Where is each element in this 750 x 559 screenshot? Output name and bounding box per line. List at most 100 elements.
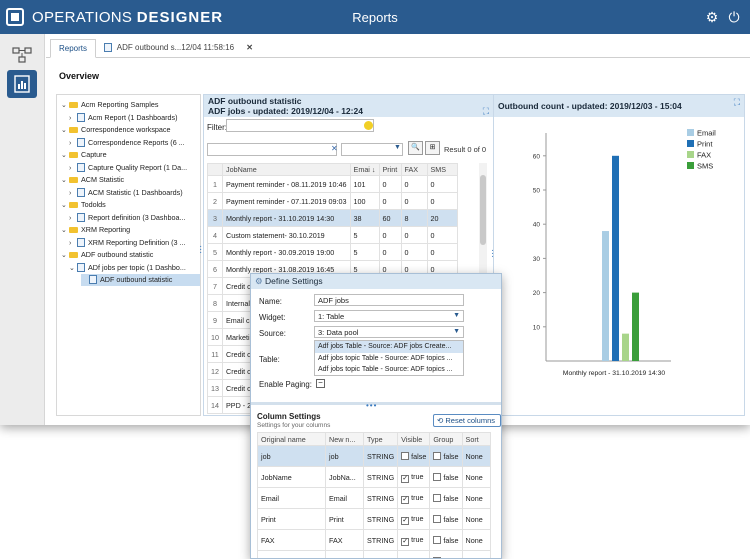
visible-checkbox[interactable]: ✓true (397, 466, 431, 488)
group-checkbox[interactable]: false (429, 508, 463, 530)
visible-checkbox[interactable]: ✓true (397, 487, 431, 509)
column-settings-cell[interactable]: Print (325, 508, 364, 530)
power-icon[interactable]: ⏻ (726, 9, 742, 25)
checkbox-icon[interactable] (433, 514, 442, 523)
paging-checkbox[interactable]: − (316, 379, 325, 388)
column-settings-row[interactable]: FAX FAX STRING ✓ true false None (257, 529, 491, 551)
chevron-icon[interactable]: ⌄ (61, 200, 69, 212)
tree-item[interactable]: ⌄ ADf jobs per topic (1 Dashbo... (69, 262, 200, 274)
table-row[interactable]: 5 Monthly report - 30.09.2019 19:00 5 0 0 0 (207, 243, 458, 261)
filter-apply-icon[interactable] (364, 121, 373, 130)
tree-item[interactable]: ⌄ XRM Reporting (61, 224, 200, 236)
search-input[interactable] (207, 143, 337, 156)
tree-item[interactable]: › Acm Report (1 Dashboards) (69, 112, 200, 124)
tab-reports[interactable]: Reports (50, 39, 97, 58)
group-checkbox[interactable]: false (429, 487, 463, 509)
table-listbox[interactable]: Adf jobs Table - Source: ADF jobs Create… (314, 340, 464, 376)
checkbox-icon[interactable]: ✓ (401, 495, 410, 504)
resize-handle[interactable]: ••• (366, 401, 377, 410)
workflow-nav-button[interactable] (7, 40, 37, 68)
widget-select[interactable]: 1: Table ▼ (314, 310, 464, 322)
column-header[interactable]: FAX (400, 163, 428, 176)
column-settings-row[interactable]: job job STRING false false None (257, 445, 491, 467)
column-settings-cell[interactable]: None (461, 529, 491, 551)
source-select[interactable]: 3: Data pool ▼ (314, 326, 464, 338)
table-row[interactable]: 3 Monthly report - 31.10.2019 14:30 38 60 8 2… (207, 209, 458, 227)
filter-input[interactable] (226, 119, 374, 132)
chevron-icon[interactable]: ⌄ (69, 263, 77, 275)
column-settings-row[interactable]: JobName JobNa... STRING ✓ true false None (257, 466, 491, 488)
reports-nav-button[interactable] (7, 70, 37, 98)
table-option[interactable]: Adf jobs Table - Source: ADF jobs Create… (315, 341, 463, 353)
reset-columns-button[interactable]: ⟲ Reset columns (433, 414, 501, 427)
table-row[interactable]: 2 Payment reminder - 07.11.2019 09:03 100 0… (207, 192, 458, 210)
column-settings-cell[interactable]: None (461, 508, 491, 530)
tree-item[interactable]: ⌄ Todolds (61, 199, 200, 211)
group-checkbox[interactable]: false (429, 445, 463, 467)
tree-item[interactable]: ⌄ Correspondence workspace (61, 124, 200, 136)
table-option[interactable]: Adf jobs topic Table - Source: ADF topic… (315, 353, 463, 365)
chevron-icon[interactable]: ⌄ (61, 125, 69, 137)
checkbox-icon[interactable]: ✓ (401, 537, 410, 546)
checkbox-icon[interactable] (401, 451, 410, 460)
chevron-icon[interactable]: ⌄ (61, 225, 69, 237)
tree-item[interactable]: ⌄ Capture (61, 149, 200, 161)
table-row[interactable]: 4 Custom statement- 30.10.2019 5 0 0 0 (207, 226, 458, 244)
column-settings-cell[interactable]: None (461, 466, 491, 488)
chevron-icon[interactable]: › (69, 163, 77, 175)
clear-icon[interactable]: ✕ (331, 144, 338, 153)
visible-checkbox[interactable]: ✓true (397, 508, 431, 530)
name-field[interactable]: ADF jobs (314, 294, 464, 306)
table-row[interactable]: 1 Payment reminder - 08.11.2019 10:46 101 0… (207, 175, 458, 193)
chevron-icon[interactable]: ⌄ (61, 100, 69, 112)
chevron-icon[interactable]: › (69, 138, 77, 150)
tree-item[interactable]: ⌄ ADF outbound statistic (61, 249, 200, 261)
expand-icon[interactable]: ⛶ (483, 106, 489, 117)
column-header[interactable]: Emai ↓ (349, 163, 380, 176)
checkbox-icon[interactable] (433, 451, 442, 460)
gear-icon[interactable]: ⚙ (704, 9, 720, 25)
column-settings-row[interactable]: SMSSMSSTRING✓truefalseNone (257, 550, 491, 558)
checkbox-icon[interactable] (433, 535, 442, 544)
tree-item[interactable]: ADF outbound statistic (81, 274, 200, 286)
chevron-icon[interactable]: ⌄ (61, 175, 69, 187)
tree-item[interactable]: › Report definition (3 Dashboa... (69, 212, 200, 224)
tree-item[interactable]: ⌄ Acm Reporting Samples (61, 99, 200, 111)
chevron-icon[interactable]: › (69, 113, 77, 125)
chevron-down-icon[interactable]: ▼ (394, 144, 401, 151)
tree-item[interactable]: › Capture Quality Report (1 Da... (69, 162, 200, 174)
column-header[interactable]: Print (378, 163, 402, 176)
visible-checkbox[interactable]: ✓true (397, 550, 431, 558)
column-header[interactable]: SMS (426, 163, 458, 176)
checkbox-icon[interactable] (433, 493, 442, 502)
group-checkbox[interactable]: false (429, 550, 463, 558)
chevron-icon[interactable]: ⌄ (61, 150, 69, 162)
checkbox-icon[interactable]: ✓ (401, 474, 410, 483)
tree-item[interactable]: ⌄ ACM Statistic (61, 174, 200, 186)
column-settings-cell[interactable]: None (461, 445, 491, 467)
column-header[interactable]: JobName (222, 163, 351, 176)
chevron-icon[interactable]: › (69, 238, 77, 250)
column-settings-cell[interactable]: SMS (325, 550, 364, 558)
column-settings-row[interactable]: Email Email STRING ✓ true false None (257, 487, 491, 509)
table-option[interactable]: Adf jobs topic Table - Source: ADF topic… (315, 364, 463, 375)
chart-expand-icon[interactable]: ⛶ (734, 97, 740, 108)
group-checkbox[interactable]: false (429, 529, 463, 551)
search-all-button[interactable]: ⊞ (425, 141, 440, 155)
column-settings-cell[interactable]: Email (325, 487, 364, 509)
chevron-icon[interactable]: › (69, 188, 77, 200)
visible-checkbox[interactable]: false (397, 445, 431, 467)
visible-checkbox[interactable]: ✓true (397, 529, 431, 551)
column-settings-cell[interactable]: JobNa... (325, 466, 364, 488)
tab-adf-outbound[interactable]: ADF outbound s...12/04 11:58:16 ✕ (96, 39, 261, 58)
chevron-icon[interactable]: ⌄ (61, 250, 69, 262)
column-settings-cell[interactable]: None (461, 487, 491, 509)
chevron-icon[interactable]: › (69, 213, 77, 225)
scrollbar-thumb[interactable] (480, 175, 486, 245)
column-settings-cell[interactable]: job (325, 445, 364, 467)
column-settings-cell[interactable]: None (461, 550, 491, 558)
search-column-button[interactable]: 🔍 (408, 141, 423, 155)
tree-item[interactable]: › Correspondence Reports (6 ... (69, 137, 200, 149)
tree-item[interactable]: › XRM Reporting Definition (3 ... (69, 237, 200, 249)
close-tab-icon[interactable]: ✕ (246, 43, 253, 52)
